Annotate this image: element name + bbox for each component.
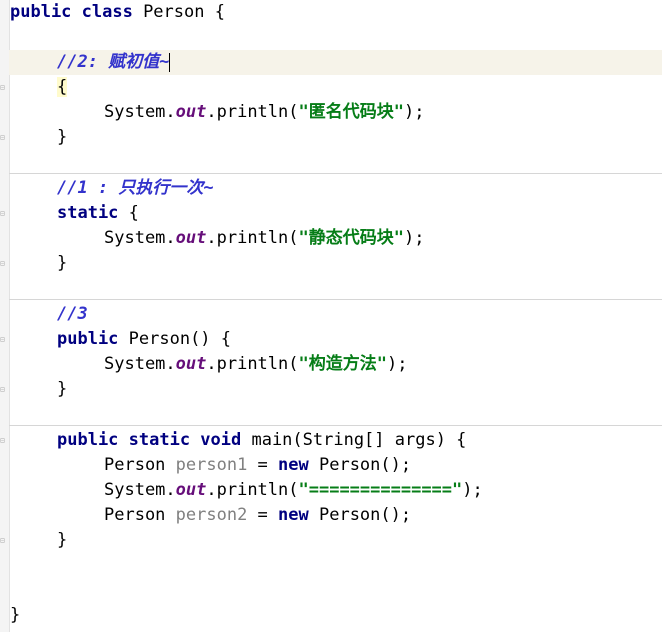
code-text: Person(); [308,455,412,475]
code-line-close-brace[interactable]: } [57,125,67,150]
code-line-static[interactable]: static { [57,201,139,226]
code-text: .println( [206,102,299,122]
string-literal: "构造方法" [298,354,387,374]
string-literal: "匿名代码块" [298,102,404,122]
code-line-println[interactable]: System.out.println("构造方法"); [104,352,407,377]
code-text: .println( [206,228,299,248]
type-name: Person [104,455,176,475]
fold-marker-icon[interactable]: ⊟ [0,436,7,445]
code-line-close-brace[interactable]: } [57,251,67,276]
string-literal: "==============" [298,480,463,500]
keyword: public [57,329,119,349]
type-name: Person [104,505,176,525]
code-line-close-brace[interactable]: } [57,377,67,402]
brace: { [118,203,139,223]
fold-marker-icon[interactable]: ⊟ [0,335,7,344]
code-text: System. [104,480,176,500]
code-line-open-brace[interactable]: { [57,75,68,100]
code-line-class-close[interactable]: } [10,603,20,628]
keyword: public static void [57,430,242,450]
fold-marker-icon[interactable]: ⊟ [0,536,7,545]
code-line-comment[interactable]: //1 : 只执行一次~ [57,176,214,201]
static-field: out [175,354,207,374]
keyword: new [278,505,309,525]
static-field: out [175,480,207,500]
code-text: ); [403,228,425,248]
code-line-comment[interactable]: //2: 赋初值~ [57,50,171,75]
fold-marker-icon[interactable]: ⊟ [0,259,7,268]
method-separator [9,173,662,174]
brace: } [57,127,68,147]
keyword: static [57,203,119,223]
string-literal: "静态代码块" [298,228,404,248]
code-line-main-decl[interactable]: public static void main(String[] args) { [57,428,466,453]
brace: } [57,530,68,550]
unused-variable: person2 [175,505,248,525]
code-line-println[interactable]: System.out.println("=============="); [104,478,483,503]
method-separator [9,425,662,426]
comment: //1 : 只执行一次~ [57,178,214,198]
code-text: Person(); [308,505,412,525]
code-line-person2[interactable]: Person person2 = new Person(); [104,503,411,528]
comment: //3 [57,304,88,324]
code-line-constructor[interactable]: public Person() { [57,327,231,352]
keyword: public class [10,2,133,22]
fold-marker-icon[interactable]: ⊟ [0,209,7,218]
code-editor[interactable]: public class Person { //2: 赋初值~ { System… [0,0,662,632]
constructor-signature: Person() { [118,329,232,349]
fold-marker-icon[interactable]: ⊟ [0,133,7,142]
static-field: out [175,102,207,122]
fold-marker-icon[interactable]: ⊟ [0,83,7,92]
code-text: ); [462,480,483,500]
comment: //2: 赋初值~ [57,52,170,72]
code-line-close-brace[interactable]: } [57,528,67,553]
brace: } [57,379,68,399]
brace: } [57,253,68,273]
code-line-println[interactable]: System.out.println("匿名代码块"); [104,100,424,125]
static-field: out [175,228,207,248]
code-line-class-decl[interactable]: public class Person { [10,0,225,25]
code-text: System. [104,354,176,374]
code-line-println[interactable]: System.out.println("静态代码块"); [104,226,424,251]
class-name: Person { [132,2,225,22]
code-line-comment[interactable]: //3 [57,302,88,327]
method-separator [9,299,662,300]
code-text: System. [104,228,176,248]
fold-marker-icon[interactable]: ⊟ [0,385,7,394]
code-text: ); [386,354,408,374]
brace: } [10,605,21,625]
code-text: = [247,505,279,525]
brace: { [57,77,68,97]
code-text: = [247,455,279,475]
code-text: .println( [206,480,299,500]
code-text: ); [403,102,425,122]
code-line-person1[interactable]: Person person1 = new Person(); [104,453,411,478]
keyword: new [278,455,309,475]
method-signature: main(String[] args) { [241,430,467,450]
text-caret [169,52,171,72]
unused-variable: person1 [175,455,248,475]
code-text: System. [104,102,176,122]
code-text: .println( [206,354,299,374]
